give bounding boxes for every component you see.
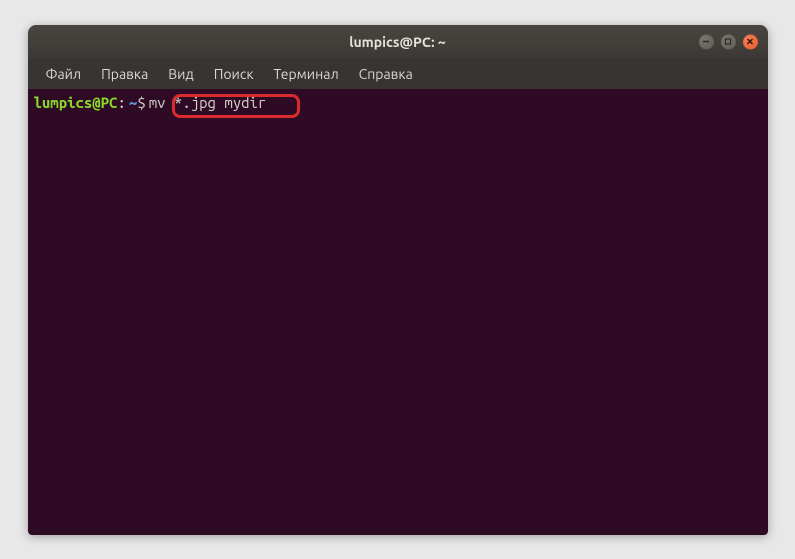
menu-file[interactable]: Файл bbox=[38, 63, 90, 85]
prompt-user-host: lumpics@PC bbox=[34, 93, 118, 113]
close-icon bbox=[746, 38, 754, 46]
menu-help[interactable]: Справка bbox=[351, 63, 421, 85]
prompt-symbol: $ bbox=[137, 93, 145, 113]
prompt-line: lumpics@PC:~$ mv *.jpg mydir bbox=[34, 93, 762, 113]
minimize-button[interactable] bbox=[699, 34, 714, 49]
menu-bar: Файл Правка Вид Поиск Терминал Справка bbox=[28, 59, 768, 89]
terminal-window: lumpics@PC: ~ Файл Правка Вид Поиск Терм… bbox=[28, 25, 768, 535]
menu-search[interactable]: Поиск bbox=[206, 63, 262, 85]
maximize-icon bbox=[724, 38, 732, 46]
prompt-path: ~ bbox=[129, 93, 137, 113]
minimize-icon bbox=[702, 38, 710, 46]
menu-edit[interactable]: Правка bbox=[93, 63, 156, 85]
close-button[interactable] bbox=[743, 34, 758, 49]
menu-terminal[interactable]: Терминал bbox=[266, 63, 347, 85]
title-bar[interactable]: lumpics@PC: ~ bbox=[28, 25, 768, 59]
maximize-button[interactable] bbox=[721, 34, 736, 49]
window-title: lumpics@PC: ~ bbox=[349, 34, 446, 50]
terminal-body[interactable]: lumpics@PC:~$ mv *.jpg mydir bbox=[28, 89, 768, 535]
command-text: mv *.jpg mydir bbox=[149, 93, 267, 113]
window-controls bbox=[699, 34, 758, 49]
menu-view[interactable]: Вид bbox=[160, 63, 201, 85]
prompt-colon: : bbox=[118, 93, 126, 113]
